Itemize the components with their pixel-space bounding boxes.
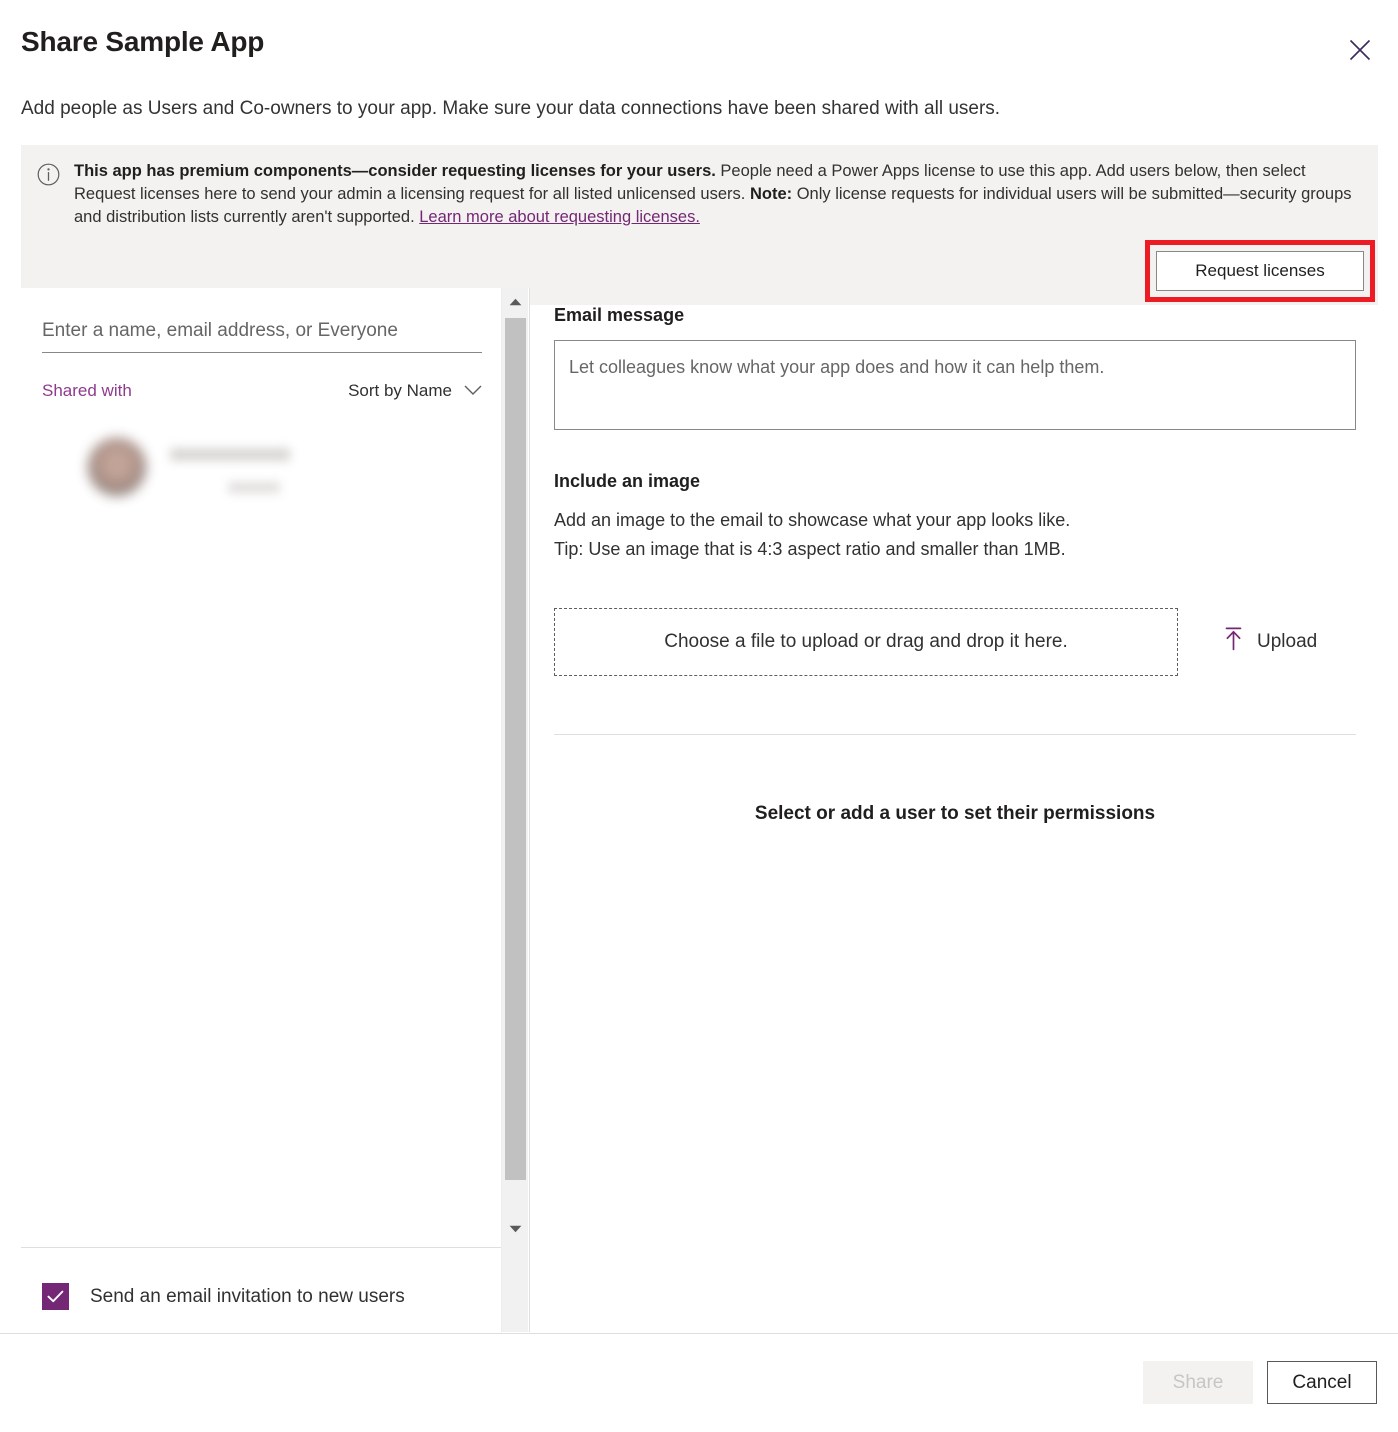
dialog-subtitle: Add people as Users and Co-owners to you… bbox=[21, 98, 1001, 119]
scrollbar-thumb[interactable] bbox=[505, 318, 526, 1180]
people-picker bbox=[42, 320, 482, 353]
sort-by-dropdown[interactable]: Sort by Name bbox=[348, 381, 482, 401]
details-panel: Email message Include an image Add an im… bbox=[554, 305, 1356, 825]
people-panel: Shared with Sort by Name bbox=[0, 288, 530, 1332]
footer-separator bbox=[0, 1333, 1398, 1334]
request-licenses-button[interactable]: Request licenses bbox=[1156, 251, 1364, 291]
scroll-down-arrow-icon[interactable] bbox=[502, 1215, 528, 1242]
file-dropzone[interactable]: Choose a file to upload or drag and drop… bbox=[554, 608, 1178, 676]
close-icon bbox=[1349, 39, 1371, 61]
include-image-line2: Tip: Use an image that is 4:3 aspect rat… bbox=[554, 539, 1066, 559]
list-item[interactable] bbox=[88, 438, 290, 496]
send-invite-row[interactable]: Send an email invitation to new users bbox=[42, 1283, 405, 1310]
premium-license-banner: This app has premium components—consider… bbox=[21, 145, 1378, 305]
banner-text: This app has premium components—consider… bbox=[74, 160, 1364, 229]
include-image-section: Include an image Add an image to the ema… bbox=[554, 471, 1356, 564]
sort-by-label: Sort by Name bbox=[348, 381, 452, 400]
send-email-invitation-label[interactable]: Send an email invitation to new users bbox=[90, 1286, 405, 1308]
upload-row: Choose a file to upload or drag and drop… bbox=[554, 608, 1356, 676]
email-message-title: Email message bbox=[554, 305, 685, 325]
page-title: Share Sample App bbox=[21, 26, 265, 57]
people-picker-input[interactable] bbox=[42, 320, 482, 353]
share-button[interactable]: Share bbox=[1143, 1361, 1253, 1404]
email-message-input[interactable] bbox=[554, 340, 1356, 430]
upload-button[interactable]: Upload bbox=[1224, 627, 1317, 657]
request-licenses-highlight-box: Request licenses bbox=[1145, 240, 1375, 302]
shared-user-subtitle bbox=[228, 481, 280, 493]
chevron-down-icon bbox=[464, 381, 482, 401]
banner-bold-lead: This app has premium components—consider… bbox=[74, 162, 716, 180]
section-divider bbox=[554, 734, 1356, 735]
close-button[interactable] bbox=[1343, 33, 1377, 67]
upload-arrow-icon bbox=[1224, 627, 1243, 657]
banner-note-label: Note: bbox=[749, 185, 793, 203]
include-image-line1: Add an image to the email to showcase wh… bbox=[554, 510, 1071, 530]
permissions-empty-state: Select or add a user to set their permis… bbox=[754, 803, 1156, 824]
upload-button-label: Upload bbox=[1257, 631, 1318, 652]
footer-actions: Share Cancel bbox=[1143, 1361, 1377, 1404]
shared-user-name bbox=[170, 447, 290, 461]
include-image-title: Include an image bbox=[554, 471, 701, 491]
shared-with-header: Shared with Sort by Name bbox=[42, 381, 482, 401]
left-panel-divider bbox=[21, 1247, 501, 1248]
shared-with-label: Shared with bbox=[42, 381, 132, 400]
left-panel-scrollbar[interactable] bbox=[501, 288, 528, 1332]
scroll-up-arrow-icon[interactable] bbox=[502, 288, 528, 315]
send-email-invitation-checkbox[interactable] bbox=[42, 1283, 69, 1310]
avatar bbox=[88, 438, 146, 496]
learn-more-link[interactable]: Learn more about requesting licenses. bbox=[419, 208, 700, 226]
info-icon bbox=[37, 163, 60, 191]
cancel-button[interactable]: Cancel bbox=[1267, 1361, 1377, 1404]
